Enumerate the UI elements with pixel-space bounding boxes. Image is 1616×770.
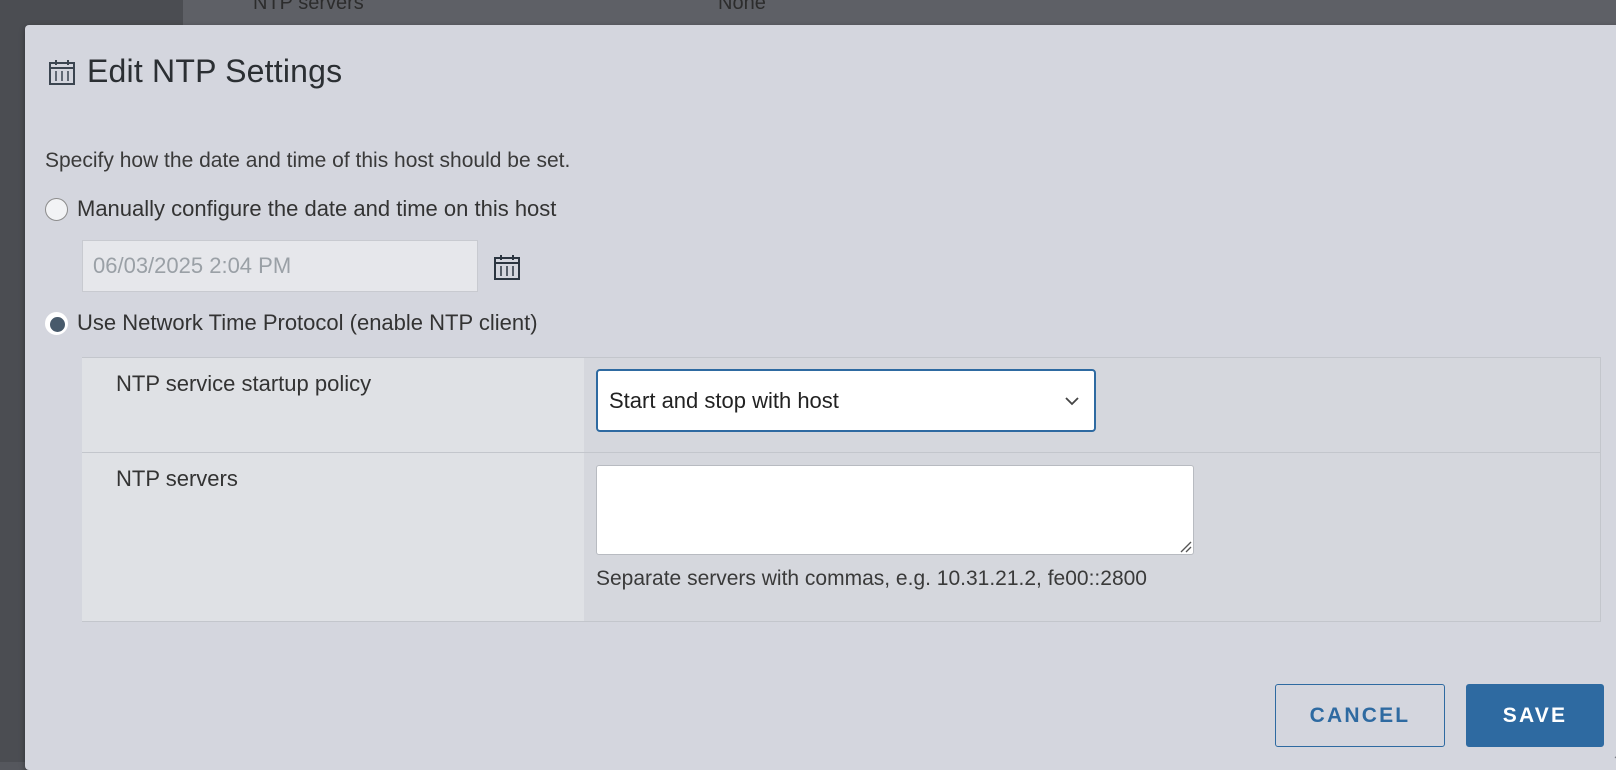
ntp-settings-table: NTP service startup policy Start and sto… xyxy=(82,357,1601,622)
background-row-value: None xyxy=(718,0,766,14)
radio-ntp[interactable] xyxy=(45,311,68,335)
dialog-header: Edit NTP Settings xyxy=(47,53,342,90)
save-button[interactable]: SAVE xyxy=(1466,684,1604,747)
edit-ntp-dialog: Edit NTP Settings Specify how the date a… xyxy=(25,25,1616,770)
startup-policy-label: NTP service startup policy xyxy=(116,371,372,396)
ntp-servers-label-cell: NTP servers xyxy=(82,453,584,621)
date-picker-calendar-icon[interactable] xyxy=(491,251,523,283)
cancel-button[interactable]: CANCEL xyxy=(1275,684,1445,747)
datetime-input: 06/03/2025 2:04 PM xyxy=(82,240,478,292)
ntp-servers-row: NTP servers Separate servers with commas… xyxy=(82,453,1600,621)
ntp-servers-textarea[interactable] xyxy=(596,465,1194,555)
dialog-description: Specify how the date and time of this ho… xyxy=(45,149,571,172)
startup-policy-selected-value: Start and stop with host xyxy=(609,387,839,413)
radio-ntp-label: Use Network Time Protocol (enable NTP cl… xyxy=(77,310,538,335)
chevron-down-icon xyxy=(1065,397,1079,406)
ntp-servers-value-cell: Separate servers with commas, e.g. 10.31… xyxy=(584,453,1600,621)
startup-policy-label-cell: NTP service startup policy xyxy=(82,358,584,452)
startup-policy-value-cell: Start and stop with host xyxy=(584,358,1600,452)
calendar-icon xyxy=(49,59,75,85)
resize-grip-icon[interactable] xyxy=(1178,539,1192,553)
dialog-title: Edit NTP Settings xyxy=(87,53,343,89)
startup-policy-select[interactable]: Start and stop with host xyxy=(596,369,1096,432)
radio-manual-label: Manually configure the date and time on … xyxy=(77,196,557,221)
radio-ntp-option[interactable]: Use Network Time Protocol (enable NTP cl… xyxy=(45,310,538,336)
background-row-label: NTP servers xyxy=(253,0,364,14)
radio-manual[interactable] xyxy=(45,197,68,221)
ntp-servers-label: NTP servers xyxy=(116,466,238,491)
startup-policy-row: NTP service startup policy Start and sto… xyxy=(82,358,1600,453)
ntp-servers-hint: Separate servers with commas, e.g. 10.31… xyxy=(596,567,1147,590)
radio-manual-option[interactable]: Manually configure the date and time on … xyxy=(45,196,556,222)
